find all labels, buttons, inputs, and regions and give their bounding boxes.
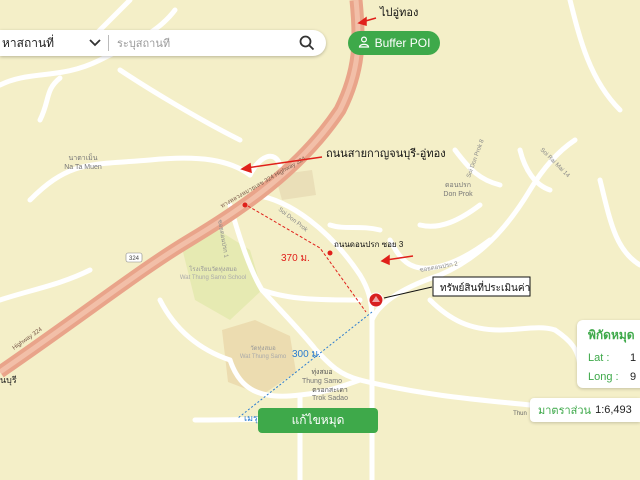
coordinate-panel: พิกัดหมุด Lat : 1 Long : 9 [577,320,640,388]
search-category[interactable]: หาสถานที่ [0,34,84,53]
scale-indicator: มาตราส่วน 1:6,493 [530,398,640,422]
search-divider [108,35,109,51]
highway-shield-label: 324 [129,256,140,262]
edit-pin-button[interactable]: แก้ไขหมุด [258,408,378,433]
label-thung-samo-th: ทุ่งสมอ [311,369,332,376]
label-trok-sadao-th: ตรอกสะเดา [312,387,348,394]
buffer-poi-label: Buffer POI [374,36,431,50]
soi-3-point [327,250,333,256]
label-don-prok-th: ดอนปรก [445,182,471,189]
label-thung-samo-en: Thung Samo [302,378,342,385]
annotation-distance-soi: 370 ม. [281,253,310,264]
chevron-down-icon[interactable] [84,32,106,54]
property-callout-text: ทรัพย์สินที่ประเมินค่า [440,280,530,294]
annotation-main-road: ถนนสายกาญจนบุรี-อู่ทอง [326,147,446,160]
road-point [242,202,248,208]
label-buri: นบุรี [0,375,17,386]
label-na-ta-muen-th: นาตาเม็น [69,153,98,162]
search-icon[interactable] [294,30,320,56]
lat-label: Lat : [588,352,610,364]
search-bar: หาสถานที่ [0,30,326,56]
label-na-ta-muen-en: Na Ta Muen [64,164,102,171]
search-input[interactable] [117,36,294,50]
lat-value: 1 [630,352,637,364]
label-school-th: โรงเรียนวัดทุ่งสมอ [189,265,237,273]
long-row: Long : 9 [588,371,640,383]
scale-value: 1:6,493 [595,404,632,416]
long-label: Long : [588,371,619,383]
label-thun: Thun [513,411,527,417]
annotation-distance-market: 300 ม. [292,349,321,360]
lat-row: Lat : 1 [588,352,640,364]
label-trok-sadao-en: Trok Sadao [312,395,348,402]
person-icon [358,35,370,51]
buffer-poi-button[interactable]: Buffer POI [348,31,440,55]
label-school-en: Wat Thung Samo School [180,275,246,281]
annotation-soi-3: ถนนดอนปรก ซอย 3 [334,240,404,249]
label-temple-th: วัดทุ่งสมอ [250,345,276,352]
scale-label: มาตราส่วน [538,405,592,417]
label-temple-en: Wat Thung Samo [240,354,287,360]
coordinate-title: พิกัดหมุด [588,328,635,342]
property-marker[interactable] [368,292,384,308]
long-value: 9 [630,371,637,383]
label-don-prok-en: Don Prok [443,191,473,198]
annotation-to-uthong: ไปอู่ทอง [379,6,418,19]
